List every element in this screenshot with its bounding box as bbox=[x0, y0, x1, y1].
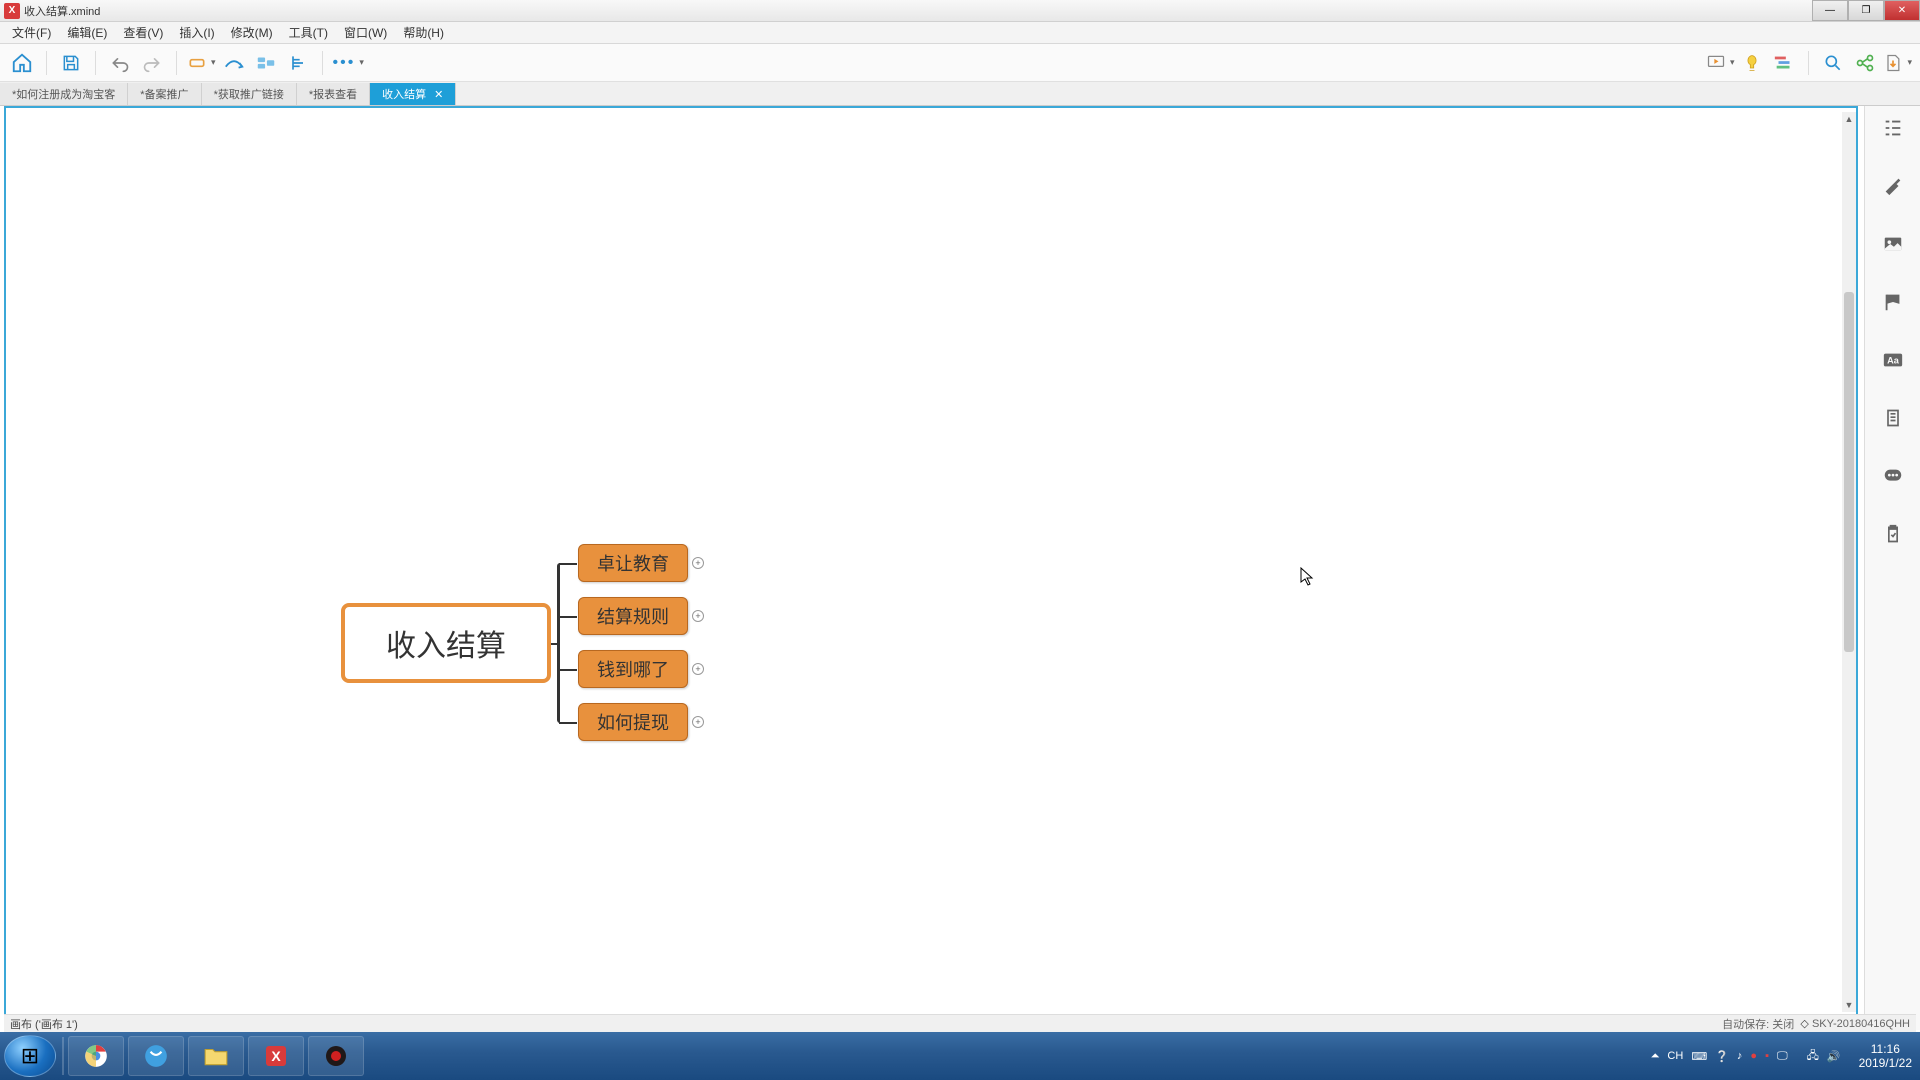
right-sidebar: Aa bbox=[1864, 106, 1920, 1030]
start-button[interactable]: ⊞ bbox=[4, 1035, 56, 1077]
menu-bar: 文件(F) 编辑(E) 查看(V) 插入(I) 修改(M) 工具(T) 窗口(W… bbox=[0, 22, 1920, 44]
branch-2 bbox=[559, 616, 577, 618]
menu-file[interactable]: 文件(F) bbox=[4, 22, 59, 43]
tray-keyboard-icon[interactable]: ⌨ bbox=[1691, 1050, 1707, 1063]
summary-button[interactable] bbox=[284, 49, 312, 77]
child-node-1[interactable]: 卓让教育 bbox=[578, 544, 688, 582]
comments-icon[interactable] bbox=[1879, 462, 1907, 490]
ime-indicator[interactable]: CH bbox=[1667, 1050, 1683, 1062]
tab-link[interactable]: *获取推广链接 bbox=[202, 83, 297, 105]
outline-icon[interactable] bbox=[1879, 114, 1907, 142]
tray-battery-icon[interactable]: ♪ bbox=[1737, 1050, 1743, 1062]
gantt-button[interactable] bbox=[1770, 49, 1798, 77]
child-node-2[interactable]: 结算规则 bbox=[578, 597, 688, 635]
brainstorm-button[interactable] bbox=[1738, 49, 1766, 77]
menu-insert[interactable]: 插入(I) bbox=[171, 22, 222, 43]
mindmap: 收入结算 卓让教育 + 结算规则 + 钱到哪了 + 如何提现 + bbox=[6, 108, 1856, 1028]
presentation-button[interactable] bbox=[1706, 49, 1735, 77]
minimize-button[interactable]: — bbox=[1812, 0, 1848, 21]
branch-1 bbox=[559, 563, 577, 565]
menu-tools[interactable]: 工具(T) bbox=[281, 22, 336, 43]
restore-button[interactable]: ❐ bbox=[1848, 0, 1884, 21]
redo-button[interactable] bbox=[138, 49, 166, 77]
format-icon[interactable] bbox=[1879, 172, 1907, 200]
tab-income[interactable]: 收入结算✕ bbox=[370, 83, 456, 105]
scroll-up-icon[interactable]: ▲ bbox=[1842, 112, 1856, 126]
expand-icon-4[interactable]: + bbox=[692, 716, 704, 728]
expand-icon-2[interactable]: + bbox=[692, 610, 704, 622]
task-explorer[interactable] bbox=[188, 1036, 244, 1076]
menu-window[interactable]: 窗口(W) bbox=[336, 22, 395, 43]
more-button[interactable]: ••• bbox=[333, 49, 364, 77]
marker-icon[interactable] bbox=[1879, 288, 1907, 316]
child-node-3[interactable]: 钱到哪了 bbox=[578, 650, 688, 688]
svg-text:X: X bbox=[271, 1048, 281, 1064]
canvas[interactable]: 收入结算 卓让教育 + 结算规则 + 钱到哪了 + 如何提现 + ▲ ▼ ◀ ▶ bbox=[4, 106, 1858, 1030]
image-icon[interactable] bbox=[1879, 230, 1907, 258]
root-node[interactable]: 收入结算 bbox=[341, 603, 551, 683]
machine-name: SKY-20180416QHH bbox=[1812, 1018, 1910, 1030]
home-button[interactable] bbox=[8, 49, 36, 77]
system-tray[interactable]: ⏶ CH ⌨ ❔ ♪ ● ▪ 🖵 🖧 🔊 bbox=[1641, 1047, 1851, 1066]
text-icon[interactable]: Aa bbox=[1879, 346, 1907, 374]
close-button[interactable]: ✕ bbox=[1884, 0, 1920, 21]
branch-4 bbox=[559, 722, 577, 724]
tab-filing[interactable]: *备案推广 bbox=[128, 83, 201, 105]
tab-close-icon[interactable]: ✕ bbox=[434, 88, 443, 101]
save-button[interactable] bbox=[57, 49, 85, 77]
vertical-scrollbar[interactable]: ▲ ▼ bbox=[1842, 112, 1856, 1012]
export-button[interactable] bbox=[1883, 49, 1912, 77]
app-icon: X bbox=[4, 3, 20, 19]
child-node-4[interactable]: 如何提现 bbox=[578, 703, 688, 741]
window-title: 收入结算.xmind bbox=[24, 3, 1812, 19]
task-recorder[interactable] bbox=[308, 1036, 364, 1076]
expand-icon-1[interactable]: + bbox=[692, 557, 704, 569]
svg-text:Aa: Aa bbox=[1887, 356, 1900, 366]
title-bar: X 收入结算.xmind — ❐ ✕ bbox=[0, 0, 1920, 22]
task-chrome[interactable] bbox=[68, 1036, 124, 1076]
task-xmind[interactable]: X bbox=[248, 1036, 304, 1076]
expand-icon-3[interactable]: + bbox=[692, 663, 704, 675]
notes-icon[interactable] bbox=[1879, 404, 1907, 432]
share-button[interactable] bbox=[1851, 49, 1879, 77]
tab-report[interactable]: *报表查看 bbox=[297, 83, 370, 105]
scroll-thumb-v[interactable] bbox=[1844, 292, 1854, 652]
boundary-button[interactable] bbox=[252, 49, 280, 77]
window-controls: — ❐ ✕ bbox=[1812, 0, 1920, 21]
taskbar-clock[interactable]: 11:16 2019/1/22 bbox=[1851, 1042, 1920, 1071]
relationship-button[interactable] bbox=[220, 49, 248, 77]
scroll-down-icon[interactable]: ▼ bbox=[1842, 998, 1856, 1012]
tray-volume-icon[interactable]: 🔊 bbox=[1827, 1050, 1841, 1063]
topic-button[interactable] bbox=[187, 49, 216, 77]
status-bar: 画布 ('画布 1') 自动保存: 关闭 ◇ SKY-20180416QHH bbox=[4, 1014, 1916, 1032]
taskbar: ⊞ X ⏶ CH ⌨ ❔ ♪ ● ▪ 🖵 🖧 🔊 11:16 2019/1/22 bbox=[0, 1032, 1920, 1080]
tray-help-icon[interactable]: ❔ bbox=[1715, 1050, 1729, 1063]
menu-modify[interactable]: 修改(M) bbox=[223, 22, 281, 43]
menu-edit[interactable]: 编辑(E) bbox=[59, 22, 115, 43]
file-tabs: *如何注册成为淘宝客 *备案推广 *获取推广链接 *报表查看 收入结算✕ bbox=[0, 82, 1920, 106]
toolbar: ••• bbox=[0, 44, 1920, 82]
root-branch bbox=[551, 643, 559, 645]
menu-help[interactable]: 帮助(H) bbox=[395, 22, 452, 43]
search-button[interactable] bbox=[1819, 49, 1847, 77]
status-left: 画布 ('画布 1') bbox=[10, 1016, 78, 1032]
menu-view[interactable]: 查看(V) bbox=[115, 22, 171, 43]
branch-3 bbox=[559, 669, 577, 671]
task-browser[interactable] bbox=[128, 1036, 184, 1076]
tray-monitor-icon[interactable]: 🖵 bbox=[1777, 1050, 1788, 1063]
undo-button[interactable] bbox=[106, 49, 134, 77]
autosave-status: 自动保存: 关闭 bbox=[1722, 1016, 1794, 1032]
tray-network-icon[interactable]: 🖧 bbox=[1807, 1047, 1819, 1066]
tab-register[interactable]: *如何注册成为淘宝客 bbox=[0, 83, 128, 105]
task-icon[interactable] bbox=[1879, 520, 1907, 548]
